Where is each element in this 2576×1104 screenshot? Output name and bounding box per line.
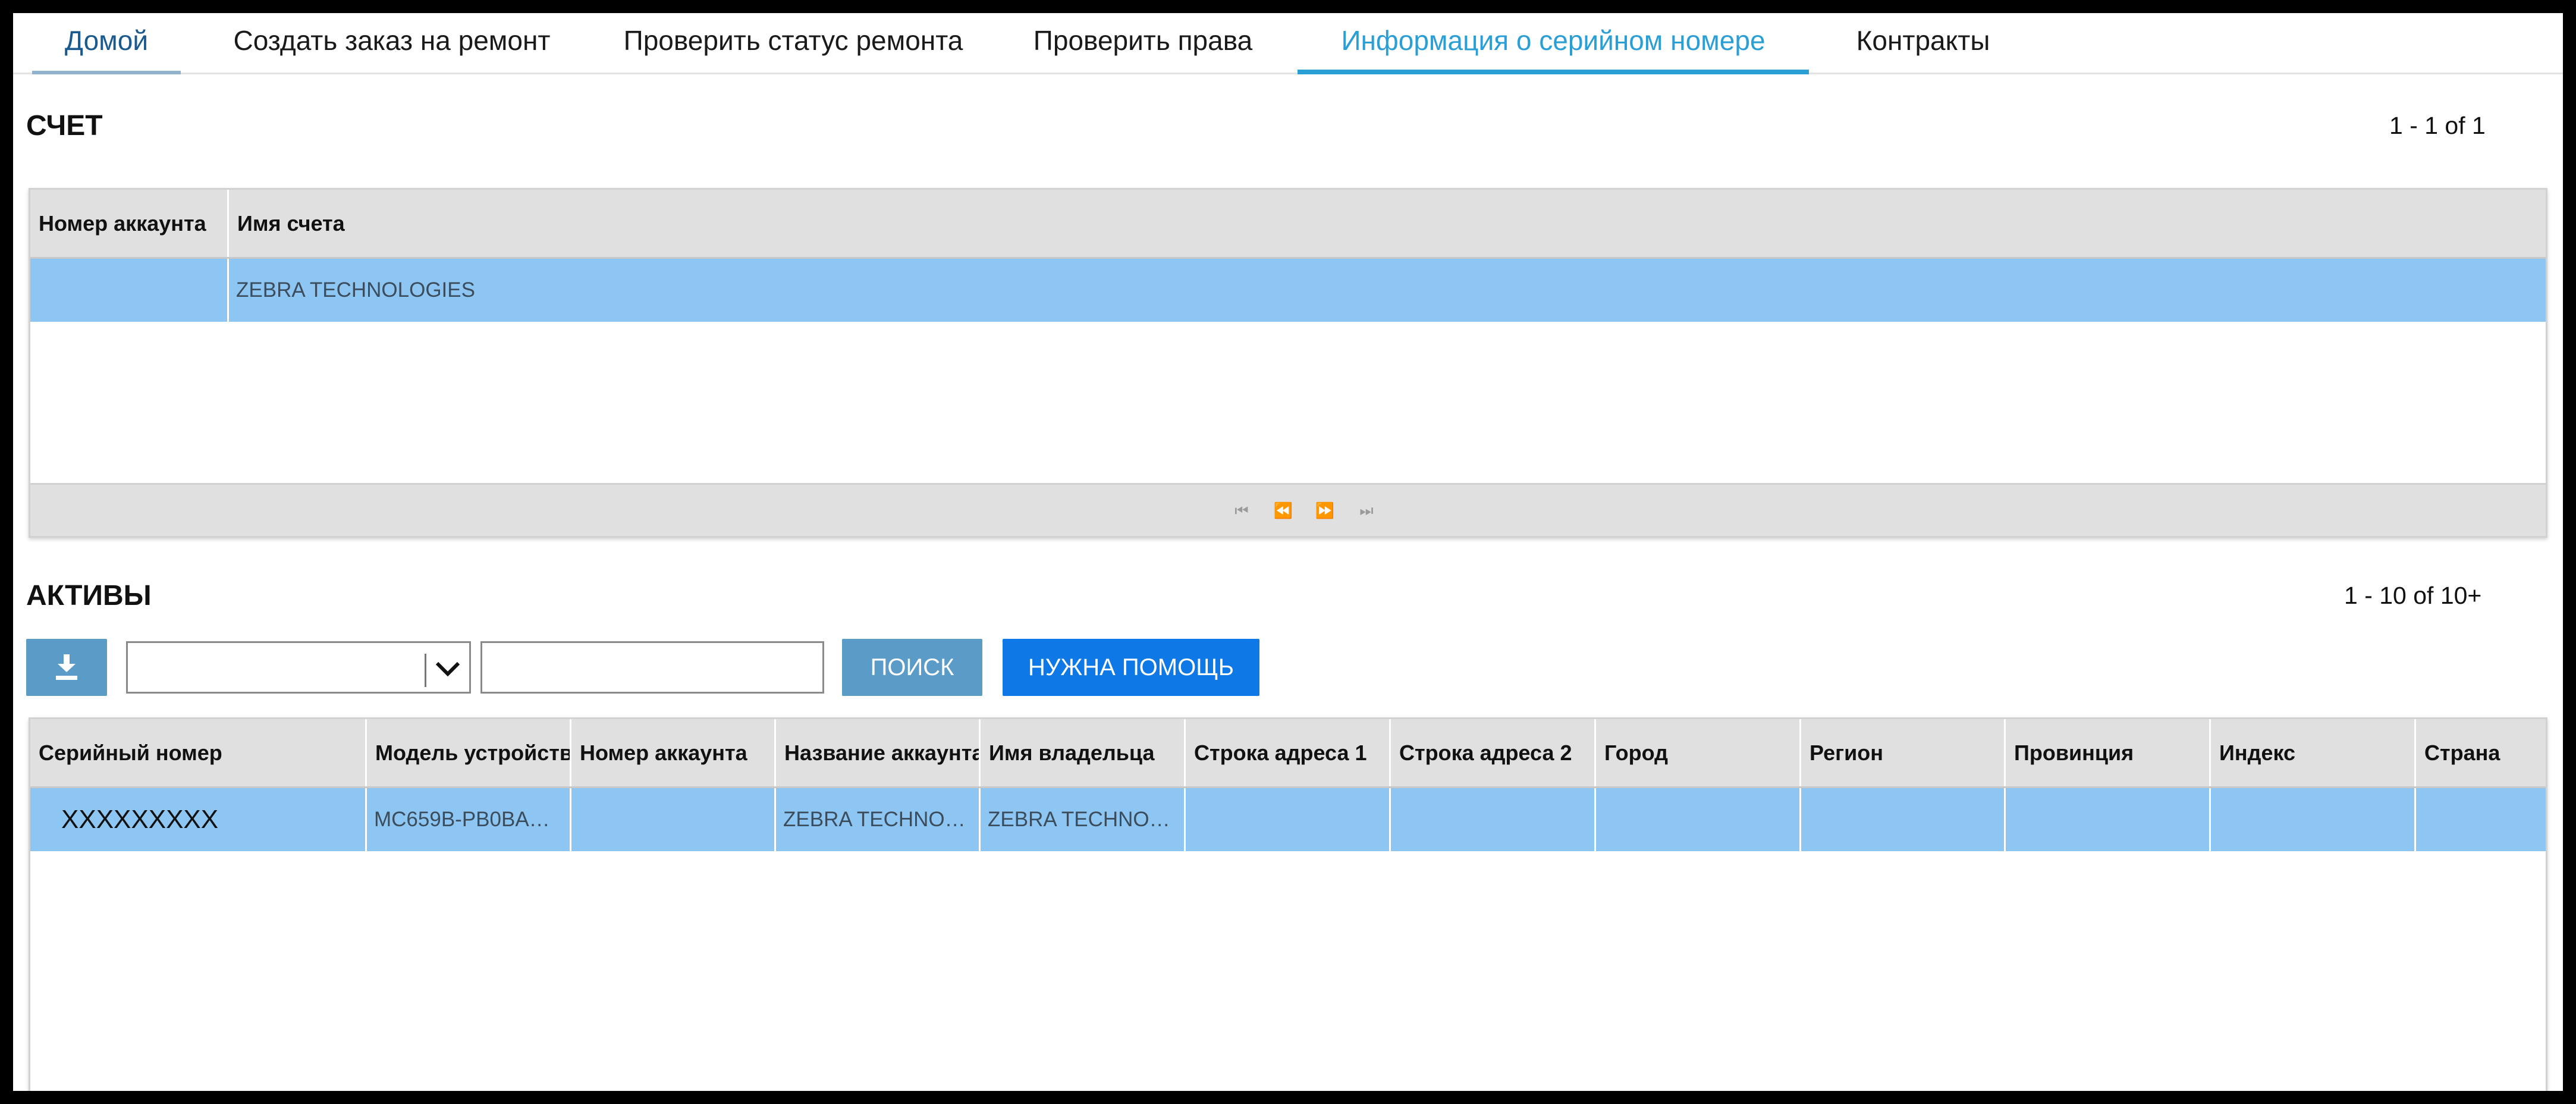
search-button[interactable]: ПОИСК bbox=[842, 639, 982, 696]
account-grid: Номер аккаунта Имя счета ZEBRA TECHNOLOG… bbox=[29, 188, 2547, 538]
tab-serial-number-info[interactable]: Информация о серийном номере bbox=[1298, 13, 1809, 74]
cell-zip bbox=[2211, 788, 2416, 851]
last-page-icon[interactable]: ⏭ bbox=[1356, 500, 1377, 520]
cell-account-number bbox=[30, 259, 229, 322]
account-grid-pager: ⏮ ⏪ ⏩ ⏭ bbox=[30, 483, 2546, 536]
column-header-account-number[interactable]: Номер аккаунта bbox=[571, 719, 776, 786]
cell-device-model: MC659B-PB0BA… bbox=[367, 788, 571, 851]
next-page-icon[interactable]: ⏩ bbox=[1315, 500, 1335, 520]
column-header-city[interactable]: Город bbox=[1596, 719, 1801, 786]
app-window: Домой Создать заказ на ремонт Проверить … bbox=[13, 13, 2563, 1091]
tab-home[interactable]: Домой bbox=[32, 13, 181, 74]
first-page-icon[interactable]: ⏮ bbox=[1232, 500, 1252, 520]
cell-city bbox=[1596, 788, 1801, 851]
cell-province bbox=[2006, 788, 2211, 851]
prev-page-icon[interactable]: ⏪ bbox=[1273, 500, 1293, 520]
cell-region bbox=[1801, 788, 2006, 851]
column-header-serial-number[interactable]: Серийный номер bbox=[30, 719, 367, 786]
column-header-address-line-2[interactable]: Строка адреса 2 bbox=[1391, 719, 1596, 786]
download-button[interactable] bbox=[26, 639, 107, 696]
table-row[interactable]: ZEBRA TECHNOLOGIES bbox=[30, 259, 2546, 322]
column-header-address-line-1[interactable]: Строка адреса 1 bbox=[1186, 719, 1391, 786]
search-field-select[interactable] bbox=[126, 641, 471, 694]
table-row[interactable]: XXXXXXXXX MC659B-PB0BA… ZEBRA TECHNO… ZE… bbox=[30, 788, 2546, 851]
cell-country bbox=[2416, 788, 2546, 851]
assets-grid: Серийный номер Модель устройств Номер ак… bbox=[29, 717, 2547, 1091]
column-header-account-name[interactable]: Имя счета bbox=[229, 190, 2546, 257]
cell-account-name: ZEBRA TECHNOLOGIES bbox=[236, 278, 475, 302]
cell-owner-name: ZEBRA TECHNO… bbox=[981, 788, 1186, 851]
cell-account-name: ZEBRA TECHNO… bbox=[776, 788, 981, 851]
cell-address-line-2 bbox=[1391, 788, 1596, 851]
assets-record-count: 1 - 10 of 10+ bbox=[2344, 582, 2482, 609]
column-header-province[interactable]: Провинция bbox=[2006, 719, 2211, 786]
top-navigation: Домой Создать заказ на ремонт Проверить … bbox=[13, 13, 2563, 74]
tab-contracts[interactable]: Контракты bbox=[1834, 13, 2012, 73]
column-header-zip[interactable]: Индекс bbox=[2211, 719, 2416, 786]
column-header-country[interactable]: Страна bbox=[2416, 719, 2546, 786]
select-separator bbox=[425, 654, 426, 687]
account-grid-header: Номер аккаунта Имя счета bbox=[30, 190, 2546, 259]
assets-section-title: АКТИВЫ bbox=[26, 580, 152, 611]
column-header-owner-name[interactable]: Имя владельца bbox=[981, 719, 1186, 786]
cell-address-line-1 bbox=[1186, 788, 1391, 851]
search-input[interactable] bbox=[480, 641, 824, 694]
chevron-down-icon bbox=[435, 661, 460, 677]
account-section-title: СЧЕТ bbox=[26, 110, 103, 142]
assets-grid-header: Серийный номер Модель устройств Номер ак… bbox=[30, 719, 2546, 788]
column-header-account-name[interactable]: Название аккаунта bbox=[776, 719, 981, 786]
download-icon bbox=[56, 654, 77, 680]
tab-check-repair-status[interactable]: Проверить статус ремонта bbox=[603, 13, 984, 73]
column-header-region[interactable]: Регион bbox=[1801, 719, 2006, 786]
column-header-device-model[interactable]: Модель устройств bbox=[367, 719, 571, 786]
tab-create-repair-order[interactable]: Создать заказ на ремонт bbox=[211, 13, 573, 73]
account-record-count: 1 - 1 of 1 bbox=[2389, 112, 2486, 139]
cell-account-number bbox=[571, 788, 776, 851]
tab-check-entitlement[interactable]: Проверить права bbox=[1012, 13, 1274, 73]
need-help-button[interactable]: НУЖНА ПОМОЩЬ bbox=[1003, 639, 1259, 696]
cell-serial-number: XXXXXXXXX bbox=[30, 788, 367, 851]
column-header-account-number[interactable]: Номер аккаунта bbox=[30, 190, 229, 257]
